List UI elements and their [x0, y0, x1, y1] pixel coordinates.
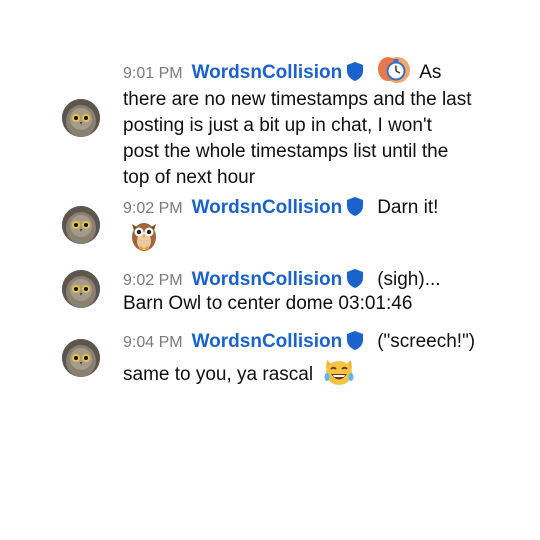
verified-shield-icon	[347, 331, 364, 358]
message-text-inline: ("screech!")	[377, 331, 476, 352]
message-text-inline: Darn it!	[377, 197, 439, 218]
verified-shield-icon	[347, 197, 364, 224]
message-text: same to you, ya rascal	[123, 364, 314, 385]
message-header: 9:04 PM WordsnCollision ("screech!")	[123, 329, 500, 358]
avatar[interactable]	[62, 270, 100, 308]
author-name[interactable]: WordsnCollision	[192, 269, 343, 290]
message-text: there are no new timestamps and the last…	[123, 89, 472, 188]
laughing-cat-emoji	[322, 356, 356, 394]
message-text-inline: (sigh)...	[377, 269, 441, 290]
message-text: Barn Owl to center dome 03:01:46	[123, 293, 413, 314]
message-header: 9:02 PM WordsnCollision Darn it!	[123, 195, 500, 224]
avatar[interactable]	[62, 206, 100, 244]
message-timestamp: 9:04 PM	[123, 334, 183, 351]
owl-emoji	[128, 218, 160, 257]
message-timestamp: 9:02 PM	[123, 272, 183, 289]
message-timestamp: 9:02 PM	[123, 200, 183, 217]
avatar[interactable]	[62, 339, 100, 377]
avatar[interactable]	[62, 99, 100, 137]
message-timestamp: 9:01 PM	[123, 65, 183, 82]
verified-shield-icon	[347, 62, 364, 89]
message-text-row: same to you, ya rascal	[123, 356, 473, 394]
author-name[interactable]: WordsnCollision	[192, 197, 343, 218]
message-text-inline: As	[419, 62, 442, 83]
author-name[interactable]: WordsnCollision	[192, 331, 343, 352]
author-name[interactable]: WordsnCollision	[192, 62, 343, 83]
